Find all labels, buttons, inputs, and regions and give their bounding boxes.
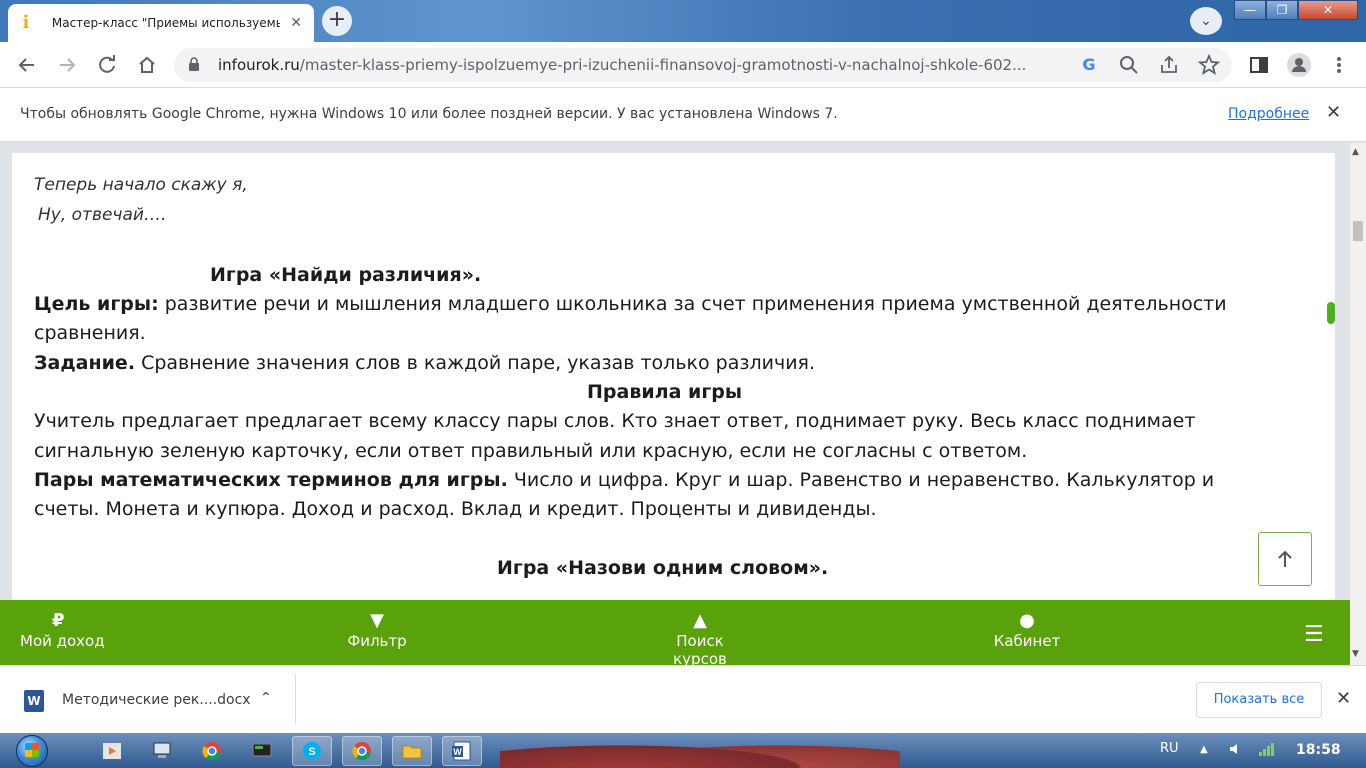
chrome-active-taskbar-icon[interactable] xyxy=(342,736,382,766)
skype-icon[interactable]: S xyxy=(292,736,332,766)
nav-item-my-income[interactable]: ₽ Мой доход xyxy=(20,610,105,650)
task-paragraph: Задание. Сравнение значения слов в каждо… xyxy=(34,352,816,374)
scroll-to-top-button[interactable] xyxy=(1258,532,1312,586)
taskbar-clock[interactable]: 18:58 xyxy=(1296,742,1341,758)
download-item[interactable]: W Методические рек....docx ⌃ xyxy=(20,684,296,718)
nav-item-course-search[interactable]: ▲ Поиск курсов xyxy=(648,610,752,668)
infobar-message: Чтобы обновлять Google Chrome, нужна Win… xyxy=(20,106,838,122)
rules-paragraph-continued: сигнальную зеленую карточку, если ответ … xyxy=(34,440,1028,462)
infobar-close-icon[interactable]: ✕ xyxy=(1326,102,1341,123)
infourok-favicon-icon: i xyxy=(22,12,30,33)
chevron-up-icon[interactable]: ⌃ xyxy=(260,690,272,706)
site-bottom-nav: ₽ Мой доход ▼ Фильтр ▲ Поиск курсов ● Ка… xyxy=(0,600,1350,668)
share-icon[interactable] xyxy=(1156,52,1182,78)
goal-paragraph: Цель игры: развитие речи и мышления млад… xyxy=(34,293,1227,315)
poem-line: Теперь начало скажу я, xyxy=(34,175,248,195)
game-title: Игра «Найди различия». xyxy=(210,264,482,286)
url-text: infourok.ru/master-klass-priemy-ispolzue… xyxy=(218,56,1027,74)
google-lens-icon[interactable]: G xyxy=(1076,52,1102,78)
pairs-paragraph-continued: счеты. Монета и купюра. Доход и расход. … xyxy=(34,498,877,520)
download-file-name: Методические рек....docx xyxy=(62,692,251,708)
goal-paragraph-continued: сравнения. xyxy=(34,322,146,344)
browser-tab-strip: i Мастер-класс "Приемы используемые при … xyxy=(0,0,1366,42)
back-arrow-icon[interactable] xyxy=(12,50,42,80)
forward-arrow-icon[interactable] xyxy=(52,50,82,80)
address-bar[interactable]: infourok.ru/master-klass-priemy-ispolzue… xyxy=(174,48,1232,82)
file-explorer-icon[interactable] xyxy=(392,736,432,766)
download-shelf: W Методические рек....docx ⌃ Показать вс… xyxy=(0,665,1366,733)
page-scrollbar[interactable]: ▲ ▼ xyxy=(1350,143,1366,665)
document-page: Теперь начало скажу я, Ну, отвечай…. Игр… xyxy=(12,153,1335,665)
network-computer-icon[interactable] xyxy=(142,736,182,766)
scroll-down-arrow-icon[interactable]: ▼ xyxy=(1352,649,1359,659)
download-shelf-close-icon[interactable]: ✕ xyxy=(1336,688,1351,709)
browser-tab[interactable]: i Мастер-класс "Приемы используемые при … xyxy=(8,4,314,42)
ruble-icon: ₽ xyxy=(52,610,65,631)
svg-text:W: W xyxy=(453,747,462,757)
word-document-icon: W xyxy=(24,690,44,712)
media-player-icon[interactable] xyxy=(92,736,132,766)
word-taskbar-icon[interactable]: W xyxy=(442,736,482,766)
bookmark-star-icon[interactable] xyxy=(1196,52,1222,78)
svg-text:S: S xyxy=(308,746,315,758)
tab-close-icon[interactable]: ✕ xyxy=(288,15,304,31)
page-viewport: Теперь начало скажу я, Ну, отвечай…. Игр… xyxy=(0,143,1350,665)
update-infobar: Чтобы обновлять Google Chrome, нужна Win… xyxy=(0,88,1366,142)
filter-icon: ▼ xyxy=(370,610,384,631)
side-panel-icon[interactable] xyxy=(1244,50,1274,80)
start-button[interactable] xyxy=(8,733,58,768)
profile-avatar-icon[interactable] xyxy=(1284,50,1314,80)
poem-line: Ну, отвечай…. xyxy=(38,205,167,225)
windows-taskbar: S W RU ▲ 18:58 xyxy=(0,733,1366,768)
language-indicator[interactable]: RU xyxy=(1160,741,1179,756)
tab-title: Мастер-класс "Приемы используемые при из… xyxy=(51,16,280,30)
nav-item-cabinet[interactable]: ● Кабинет xyxy=(992,610,1062,650)
browser-toolbar: infourok.ru/master-klass-priemy-ispolzue… xyxy=(0,42,1366,88)
pairs-paragraph: Пары математических терминов для игры. Ч… xyxy=(34,469,1215,491)
volume-icon[interactable] xyxy=(1228,741,1244,761)
window-maximize-button[interactable]: ❐ xyxy=(1266,0,1298,20)
tab-search-button[interactable]: ⌄ xyxy=(1190,7,1222,35)
download-divider xyxy=(295,674,296,724)
scrollbar-thumb[interactable] xyxy=(1353,221,1363,241)
reload-icon[interactable] xyxy=(92,50,122,80)
lock-icon xyxy=(189,57,199,71)
game-title: Игра «Назови одним словом». xyxy=(497,557,829,579)
show-all-downloads-button[interactable]: Показать все xyxy=(1196,682,1322,718)
scroll-up-arrow-icon[interactable]: ▲ xyxy=(1352,147,1359,157)
monitor-app-icon[interactable] xyxy=(242,736,282,766)
home-icon[interactable] xyxy=(132,50,162,80)
new-tab-button[interactable]: + xyxy=(322,6,352,36)
window-minimize-button[interactable]: — xyxy=(1234,0,1266,20)
tray-expand-icon[interactable]: ▲ xyxy=(1200,744,1208,755)
rules-title: Правила игры xyxy=(587,381,743,403)
desktop-wallpaper-fragment xyxy=(500,733,900,768)
windows-logo-icon xyxy=(25,743,39,757)
progress-marker xyxy=(1327,302,1335,324)
graduation-cap-icon: ▲ xyxy=(693,610,707,631)
zoom-icon[interactable] xyxy=(1116,52,1142,78)
nav-item-filter[interactable]: ▼ Фильтр xyxy=(344,610,410,650)
chrome-menu-icon[interactable] xyxy=(1324,50,1354,80)
rules-paragraph: Учитель предлагает предлагает всему клас… xyxy=(34,410,1196,432)
window-close-button[interactable]: ✕ xyxy=(1298,0,1358,20)
chrome-taskbar-icon[interactable] xyxy=(192,736,232,766)
infobar-learn-more-link[interactable]: Подробнее xyxy=(1228,106,1309,122)
network-signal-icon[interactable] xyxy=(1258,741,1278,761)
hamburger-menu-icon[interactable]: ☰ xyxy=(1304,622,1324,647)
user-icon: ● xyxy=(1019,610,1035,631)
